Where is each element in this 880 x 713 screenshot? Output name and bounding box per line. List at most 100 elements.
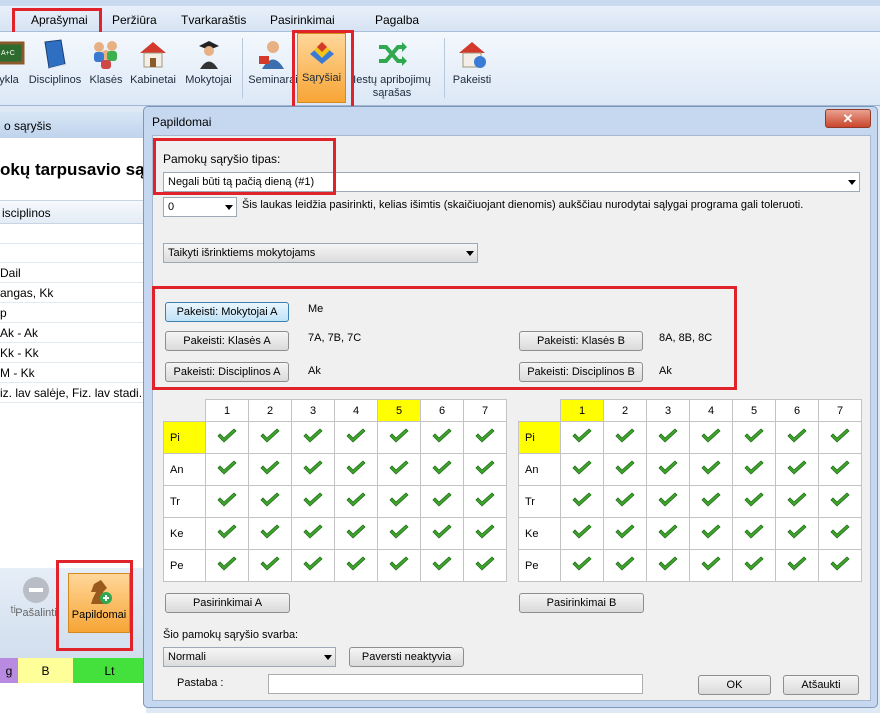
grid-b-cell[interactable] xyxy=(560,485,604,518)
note-input[interactable] xyxy=(268,674,643,694)
grid-a-cell[interactable] xyxy=(205,485,249,518)
list-item[interactable]: angas, Kk xyxy=(0,283,146,303)
menu-pagalba[interactable]: Pagalba xyxy=(375,13,419,27)
grid-b-day-header[interactable]: Ke xyxy=(518,517,561,550)
list-item[interactable]: Dail xyxy=(0,263,146,283)
grid-b-cell[interactable] xyxy=(732,517,776,550)
grid-b-cell[interactable] xyxy=(689,485,733,518)
grid-b-day-header[interactable]: An xyxy=(518,453,561,486)
options-b-button[interactable]: Pasirinkimai B xyxy=(519,593,644,613)
grid-b-cell[interactable] xyxy=(603,517,647,550)
grid-a-cell[interactable] xyxy=(377,453,421,486)
grid-b-period-header[interactable]: 7 xyxy=(818,399,862,422)
grid-a-cell[interactable] xyxy=(334,485,378,518)
grid-a-cell[interactable] xyxy=(291,421,335,454)
grid-b-cell[interactable] xyxy=(818,421,862,454)
grid-b-cell[interactable] xyxy=(818,485,862,518)
ribbon-button-klases[interactable]: Klasės xyxy=(87,36,125,100)
grid-a-cell[interactable] xyxy=(205,421,249,454)
grid-b-cell[interactable] xyxy=(732,549,776,582)
grid-a-period-header[interactable]: 1 xyxy=(205,399,249,422)
grid-b-period-header-highlighted[interactable]: 1 xyxy=(560,399,604,422)
ribbon-button-seminarai[interactable]: Seminarai xyxy=(248,36,298,100)
grid-a-cell[interactable] xyxy=(377,421,421,454)
grid-b-cell[interactable] xyxy=(818,549,862,582)
grid-b-day-header[interactable]: Pe xyxy=(518,549,561,582)
grid-a-period-header[interactable]: 2 xyxy=(248,399,292,422)
grid-a-cell[interactable] xyxy=(248,517,292,550)
menu-tvarkarastis[interactable]: Tvarkaraštis xyxy=(181,13,246,27)
list-item[interactable]: iz. lav salėje, Fiz. lav stadi... xyxy=(0,383,146,403)
list-item[interactable]: p xyxy=(0,303,146,323)
grid-a-cell[interactable] xyxy=(420,453,464,486)
grid-a-cell[interactable] xyxy=(248,549,292,582)
grid-a-cell[interactable] xyxy=(334,517,378,550)
grid-a-cell[interactable] xyxy=(463,485,507,518)
grid-a-cell[interactable] xyxy=(248,421,292,454)
grid-b-cell[interactable] xyxy=(603,485,647,518)
grid-b-period-header[interactable]: 3 xyxy=(646,399,690,422)
grid-a-period-header[interactable]: 6 xyxy=(420,399,464,422)
grid-a-cell[interactable] xyxy=(463,517,507,550)
menu-perziura[interactable]: Peržiūra xyxy=(112,13,157,27)
grid-b-cell[interactable] xyxy=(560,421,604,454)
grid-b-cell[interactable] xyxy=(689,453,733,486)
grid-a-cell[interactable] xyxy=(420,517,464,550)
grid-a-cell[interactable] xyxy=(377,517,421,550)
ribbon-button-pakeisti[interactable]: Pakeisti xyxy=(449,36,495,100)
grid-a-day-header-highlighted[interactable]: Pi xyxy=(163,421,206,454)
grid-a-cell[interactable] xyxy=(248,453,292,486)
grid-a-cell[interactable] xyxy=(420,421,464,454)
grid-a-cell[interactable] xyxy=(205,453,249,486)
grid-a-cell[interactable] xyxy=(291,485,335,518)
grid-b-cell[interactable] xyxy=(560,453,604,486)
grid-a-period-header[interactable]: 3 xyxy=(291,399,335,422)
grid-b-cell[interactable] xyxy=(732,485,776,518)
grid-a-cell[interactable] xyxy=(334,549,378,582)
bg-delete-button[interactable]: Pašalinti xyxy=(15,576,57,619)
ok-button[interactable]: OK xyxy=(698,675,771,695)
list-item[interactable]: Kk - Kk xyxy=(0,343,146,363)
grid-b-cell[interactable] xyxy=(689,517,733,550)
grid-b-cell[interactable] xyxy=(646,549,690,582)
ribbon-button-mokytojai[interactable]: Mokytojai xyxy=(181,36,236,100)
grid-b-period-header[interactable]: 6 xyxy=(775,399,819,422)
grid-a-cell[interactable] xyxy=(291,517,335,550)
list-item[interactable]: Ak - Ak xyxy=(0,323,146,343)
grid-a-cell[interactable] xyxy=(420,485,464,518)
grid-b-cell[interactable] xyxy=(560,517,604,550)
grid-b-period-header[interactable]: 5 xyxy=(732,399,776,422)
grid-a-cell[interactable] xyxy=(205,517,249,550)
grid-b-cell[interactable] xyxy=(732,421,776,454)
options-a-button[interactable]: Pasirinkimai A xyxy=(165,593,290,613)
dialog-close-button[interactable]: ✕ xyxy=(825,109,871,128)
grid-b-cell[interactable] xyxy=(646,453,690,486)
grid-a-day-header[interactable]: Pe xyxy=(163,549,206,582)
ribbon-button-disciplinos[interactable]: Disciplinos xyxy=(26,36,84,100)
grid-a-cell[interactable] xyxy=(463,453,507,486)
grid-a-cell[interactable] xyxy=(463,421,507,454)
grid-b-cell[interactable] xyxy=(732,453,776,486)
apply-mode-select[interactable]: Taikyti išrinktiems mokytojams xyxy=(163,243,478,263)
grid-b-cell[interactable] xyxy=(646,421,690,454)
grid-b-cell[interactable] xyxy=(646,485,690,518)
grid-a-period-header[interactable]: 7 xyxy=(463,399,507,422)
grid-b-cell[interactable] xyxy=(775,421,819,454)
tolerance-select[interactable]: 0 xyxy=(163,197,237,217)
grid-b-cell[interactable] xyxy=(603,549,647,582)
grid-a-day-header[interactable]: Ke xyxy=(163,517,206,550)
bg-column-header[interactable]: isciplinos xyxy=(0,200,146,224)
importance-select[interactable]: Normali xyxy=(163,647,336,667)
grid-b-day-header-highlighted[interactable]: Pi xyxy=(518,421,561,454)
grid-b-cell[interactable] xyxy=(646,517,690,550)
grid-a-day-header[interactable]: Tr xyxy=(163,485,206,518)
grid-b-cell[interactable] xyxy=(689,549,733,582)
bg-button-partial[interactable]: ti xyxy=(0,604,17,616)
grid-b-day-header[interactable]: Tr xyxy=(518,485,561,518)
grid-b-cell[interactable] xyxy=(603,453,647,486)
grid-a-cell[interactable] xyxy=(248,485,292,518)
grid-a-cell[interactable] xyxy=(291,453,335,486)
grid-b-cell[interactable] xyxy=(775,453,819,486)
grid-a-cell[interactable] xyxy=(377,485,421,518)
list-item[interactable]: M - Kk xyxy=(0,363,146,383)
